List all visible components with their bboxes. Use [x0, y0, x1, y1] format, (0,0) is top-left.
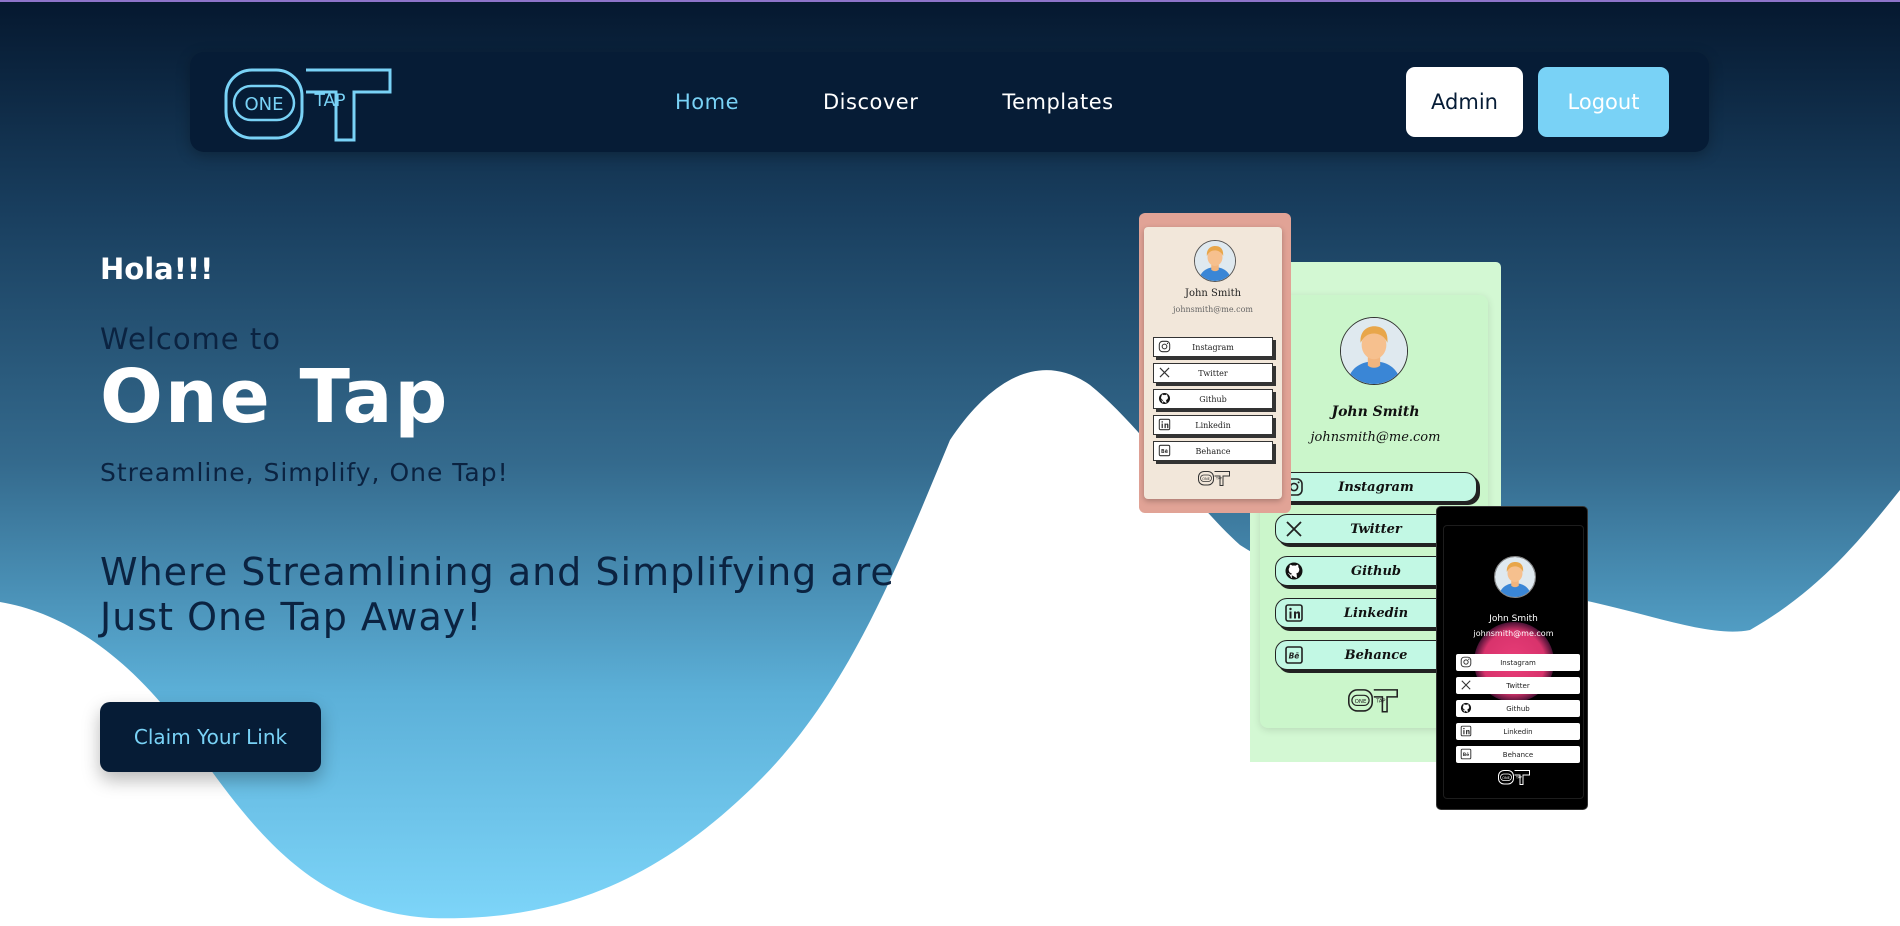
linkedin-icon — [1158, 418, 1171, 431]
link-label: Linkedin — [1195, 420, 1231, 430]
nav-links: Home Discover Templates — [675, 52, 1114, 152]
admin-button[interactable]: Admin — [1406, 67, 1523, 137]
link-label: Github — [1350, 563, 1402, 579]
top-navbar: ONE TAP Home Discover Templates Admin Lo… — [190, 52, 1709, 152]
link-behance[interactable]: Behance — [1456, 746, 1580, 763]
link-twitter[interactable]: Twitter — [1153, 363, 1273, 383]
twitter-x-icon — [1284, 519, 1304, 539]
instagram-icon — [1460, 656, 1472, 668]
profile-links: Instagram Twitter Github Linkedin Behanc… — [1456, 654, 1580, 763]
behance-icon — [1460, 748, 1472, 760]
one-tap-logo[interactable]: ONE TAP — [224, 62, 392, 142]
link-github[interactable]: Github — [1153, 389, 1273, 409]
mini-logo-icon — [1348, 687, 1398, 713]
link-label: Instagram — [1500, 658, 1536, 667]
nav-link-discover[interactable]: Discover — [823, 90, 918, 114]
profile-links: Instagram Twitter Github Linkedin Behanc… — [1153, 337, 1273, 461]
link-label: Instagram — [1192, 342, 1234, 352]
link-label: Behance — [1344, 647, 1408, 663]
twitter-x-icon — [1460, 679, 1472, 691]
link-label: Linkedin — [1503, 727, 1533, 736]
profile-name: John Smith — [1184, 288, 1242, 299]
link-label: Linkedin — [1343, 605, 1409, 621]
github-icon — [1284, 561, 1304, 581]
profile-card-peach: John Smith johnsmith@me.com Instagram Tw… — [1139, 213, 1291, 513]
link-label: Behance — [1502, 750, 1534, 759]
profile-name: John Smith — [1489, 614, 1538, 624]
link-linkedin[interactable]: Linkedin — [1456, 723, 1580, 740]
link-twitter[interactable]: Twitter — [1456, 677, 1580, 694]
link-label: Instagram — [1338, 479, 1414, 495]
link-instagram[interactable]: Instagram — [1456, 654, 1580, 671]
avatar — [1194, 240, 1236, 282]
claim-your-link-button[interactable]: Claim Your Link — [100, 702, 321, 772]
link-instagram[interactable]: Instagram — [1275, 472, 1477, 502]
profile-email: johnsmith@me.com — [1473, 629, 1554, 638]
link-label: Behance — [1195, 446, 1231, 456]
hero-headline: Where Streamlining and Simplifying are J… — [100, 550, 895, 639]
mini-logo-icon — [1498, 769, 1530, 785]
behance-icon — [1284, 645, 1304, 665]
link-linkedin[interactable]: Linkedin — [1153, 415, 1273, 435]
top-accent-line — [0, 0, 1900, 2]
linkedin-icon — [1460, 725, 1472, 737]
profile-card-inner: John Smith johnsmith@me.com Instagram Tw… — [1443, 525, 1584, 799]
hero-greeting: Hola!!! — [100, 252, 214, 286]
hero-tagline: Streamline, Simplify, One Tap! — [100, 458, 509, 487]
link-instagram[interactable]: Instagram — [1153, 337, 1273, 357]
logout-button[interactable]: Logout — [1538, 67, 1669, 137]
link-label: Twitter — [1350, 521, 1402, 537]
nav-link-home[interactable]: Home — [675, 90, 739, 114]
link-github[interactable]: Github — [1456, 700, 1580, 717]
link-label: Twitter — [1506, 681, 1530, 690]
hero-welcome: Welcome to — [100, 322, 281, 356]
behance-icon — [1158, 444, 1171, 457]
link-behance[interactable]: Behance — [1153, 441, 1273, 461]
github-icon — [1158, 392, 1171, 405]
svg-text:TAP: TAP — [314, 91, 346, 111]
link-label: Github — [1506, 704, 1530, 713]
twitter-x-icon — [1158, 366, 1171, 379]
instagram-icon — [1158, 340, 1171, 353]
link-label: Github — [1199, 394, 1227, 404]
profile-card-inner: John Smith johnsmith@me.com Instagram Tw… — [1144, 227, 1282, 499]
nav-link-templates[interactable]: Templates — [1002, 90, 1113, 114]
github-icon — [1460, 702, 1472, 714]
svg-text:ONE: ONE — [244, 94, 283, 115]
linkedin-icon — [1284, 603, 1304, 623]
hero-brand-title: One Tap — [100, 354, 450, 440]
link-label: Twitter — [1198, 368, 1228, 378]
avatar — [1494, 556, 1536, 598]
mini-logo-icon — [1198, 470, 1230, 486]
profile-card-dark: John Smith johnsmith@me.com Instagram Tw… — [1436, 506, 1588, 810]
avatar — [1340, 317, 1408, 385]
profile-email: johnsmith@me.com — [1173, 305, 1253, 314]
